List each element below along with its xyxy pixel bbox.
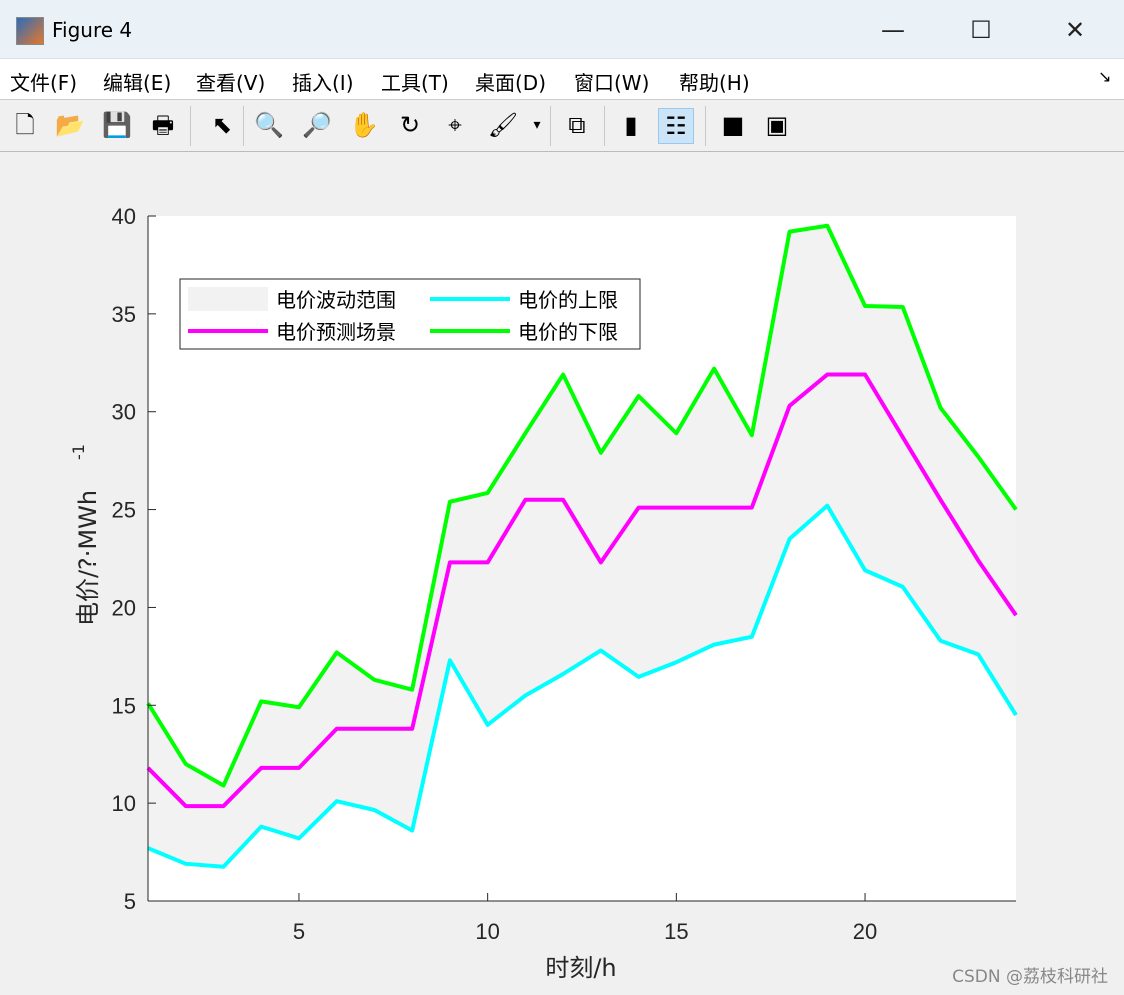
y-tick-label: 20 xyxy=(112,595,136,620)
y-tick-label: 25 xyxy=(112,498,136,523)
legend-label: 电价的上限 xyxy=(518,288,618,312)
x-tick-label: 20 xyxy=(853,919,877,944)
y-axis-label-group: 电价/?·MWh -1 xyxy=(69,444,102,626)
legend-swatch xyxy=(188,287,268,311)
legend-label: 电价的下限 xyxy=(518,320,618,344)
legend-label: 电价波动范围 xyxy=(276,288,396,312)
y-tick-label: 10 xyxy=(112,791,136,816)
y-tick-label: 30 xyxy=(112,400,136,425)
legend-label: 电价预测场景 xyxy=(276,320,396,344)
watermark: CSDN @荔枝科研社 xyxy=(952,967,1108,987)
y-tick-label: 40 xyxy=(112,204,136,229)
x-tick-label: 15 xyxy=(664,919,688,944)
y-tick-label: 5 xyxy=(124,889,136,914)
y-tick-label: 15 xyxy=(112,693,136,718)
x-tick-label: 10 xyxy=(475,919,499,944)
x-tick-label: 5 xyxy=(293,919,305,944)
y-axis-label: 电价/?·MWh xyxy=(74,490,102,626)
x-axis-label: 时刻/h xyxy=(545,954,616,982)
y-tick-label: 35 xyxy=(112,302,136,327)
y-axis-label-superscript: -1 xyxy=(69,444,88,460)
figure-canvas: 5 10 15 20 5 10 15 20 25 30 35 40 时刻/h 电价/?·MWh -1 电价波动… xyxy=(69,204,1018,982)
